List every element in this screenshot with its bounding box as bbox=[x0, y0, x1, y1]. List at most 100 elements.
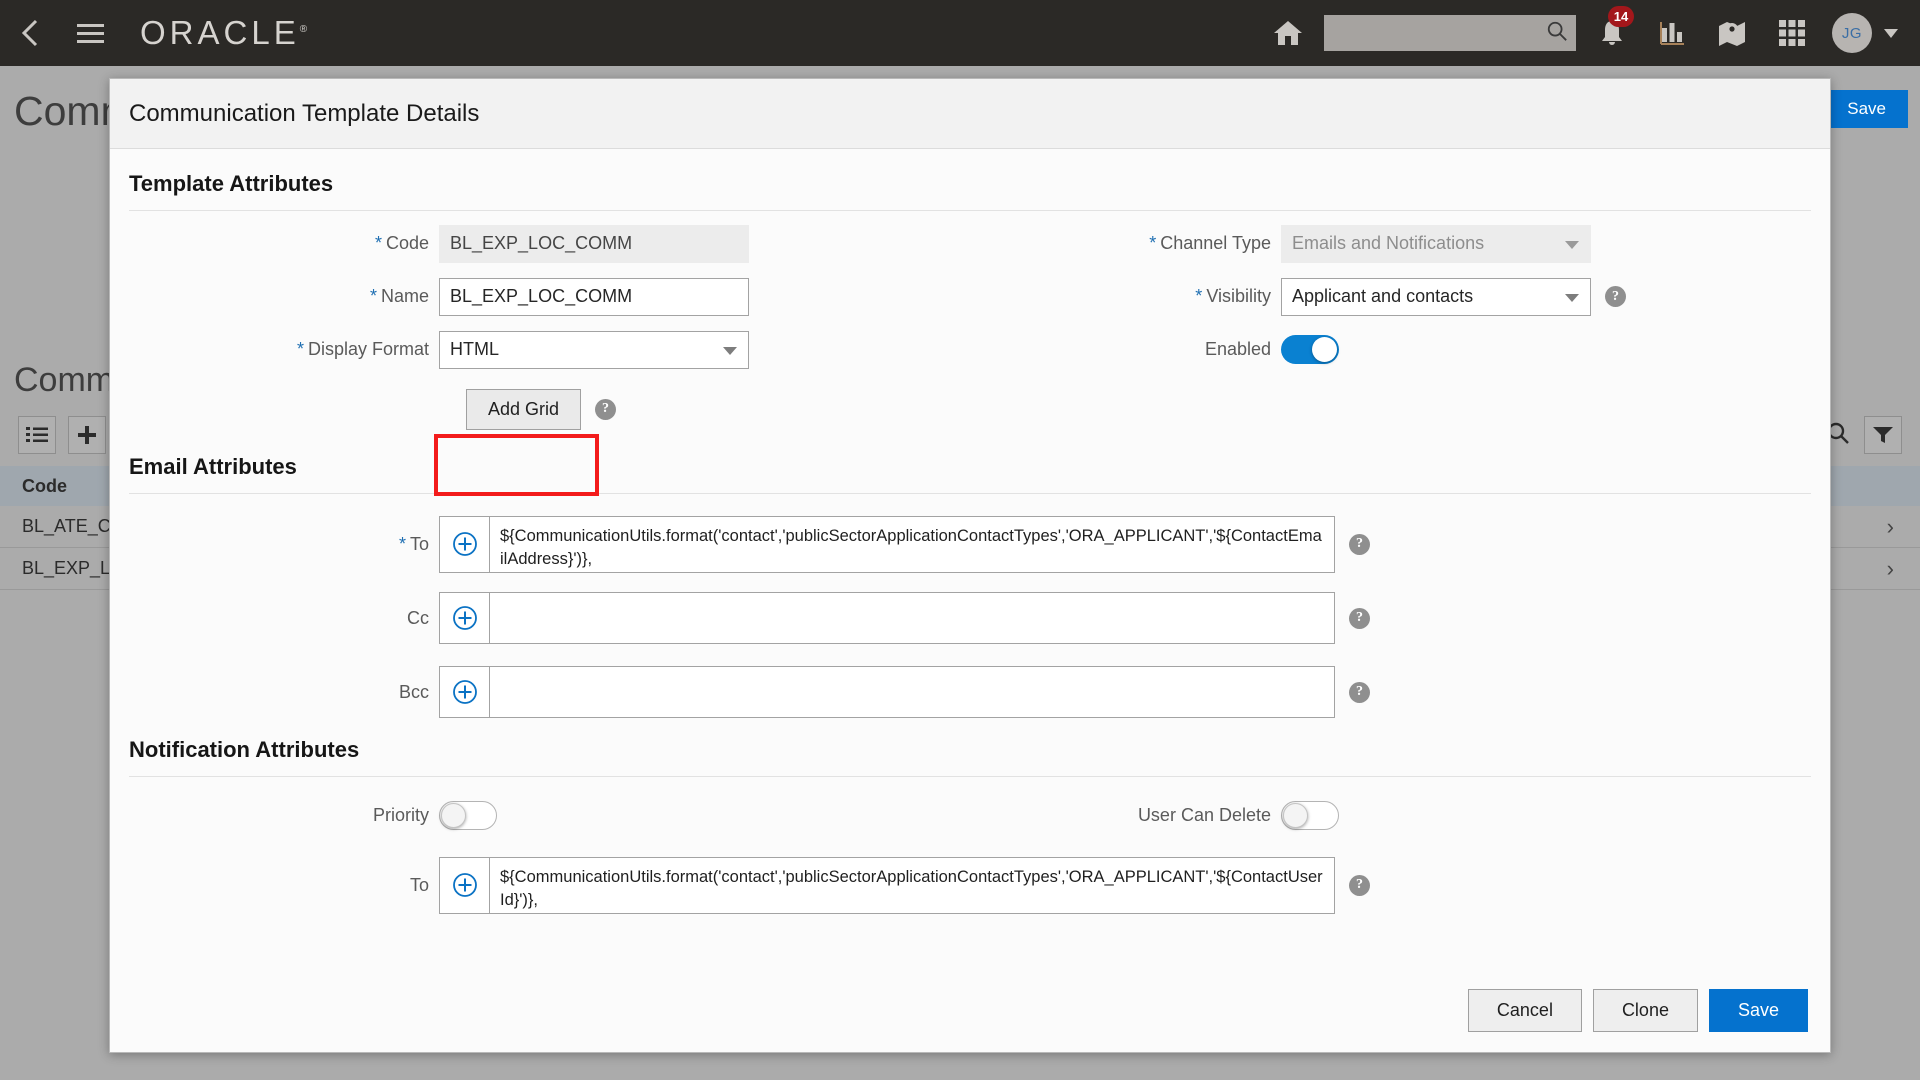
clone-button[interactable]: Clone bbox=[1592, 989, 1698, 1032]
section-divider bbox=[129, 493, 1811, 494]
dialog-footer: Cancel Clone Save bbox=[110, 989, 1830, 1052]
select-display-format-wrapper[interactable] bbox=[439, 330, 749, 369]
section-divider bbox=[129, 210, 1811, 211]
section-heading-notification-attributes: Notification Attributes bbox=[129, 737, 360, 762]
search-icon[interactable] bbox=[1546, 20, 1568, 47]
background-toolbar bbox=[18, 416, 106, 454]
label-name: * Name bbox=[369, 286, 429, 306]
help-icon[interactable]: ? bbox=[1349, 533, 1370, 555]
plus-circle-icon[interactable] bbox=[439, 666, 489, 718]
plus-circle-icon[interactable] bbox=[439, 592, 489, 644]
label-user-can-delete: User Can Delete bbox=[1137, 805, 1271, 825]
input-email-cc[interactable] bbox=[489, 592, 1335, 644]
label-email-cc: Cc bbox=[407, 607, 429, 628]
help-icon[interactable]: ? bbox=[1605, 286, 1626, 307]
label-channel-type: * Channel Type bbox=[1149, 233, 1271, 253]
notifications-button[interactable]: 14 bbox=[1582, 0, 1642, 66]
required-indicator: * bbox=[1195, 286, 1203, 306]
required-indicator: * bbox=[369, 286, 377, 306]
required-indicator: * bbox=[296, 339, 304, 359]
section-divider bbox=[129, 776, 1811, 777]
toggle-enabled[interactable] bbox=[1281, 335, 1339, 364]
select-visibility-wrapper[interactable] bbox=[1281, 277, 1591, 316]
dialog-body: Template Attributes *Code *Name bbox=[110, 149, 1830, 1052]
global-search[interactable] bbox=[1324, 15, 1576, 51]
notification-to-control: ${CommunicationUtils.format('contact','p… bbox=[439, 856, 1335, 914]
chevron-right-icon[interactable]: › bbox=[1887, 514, 1894, 540]
plus-icon[interactable] bbox=[68, 416, 106, 454]
input-notification-to[interactable]: ${CommunicationUtils.format('contact','p… bbox=[489, 856, 1335, 914]
back-chevron-icon[interactable] bbox=[0, 0, 62, 66]
field-email-cc: Cc ? bbox=[129, 581, 1811, 655]
input-email-bcc[interactable] bbox=[489, 666, 1335, 718]
field-enabled: Enabled bbox=[970, 323, 1811, 376]
input-code[interactable] bbox=[439, 224, 749, 263]
background-toolbar-right bbox=[1826, 416, 1902, 454]
map-icon[interactable] bbox=[1702, 0, 1762, 66]
search-input[interactable] bbox=[1332, 17, 1546, 49]
dialog-header: Communication Template Details bbox=[110, 79, 1830, 149]
oracle-logo: ORACLE® bbox=[140, 14, 308, 51]
label-email-to: * To bbox=[398, 533, 429, 554]
input-name[interactable] bbox=[439, 277, 749, 316]
chevron-down-icon[interactable] bbox=[1884, 28, 1898, 38]
field-channel-type: * Channel Type bbox=[970, 217, 1811, 270]
dialog-title: Communication Template Details bbox=[129, 99, 480, 127]
plus-circle-icon[interactable] bbox=[439, 856, 489, 914]
header-actions: 14 JG bbox=[1258, 0, 1920, 66]
label-visibility: * Visibility bbox=[1195, 286, 1271, 306]
help-icon[interactable]: ? bbox=[595, 398, 617, 420]
grid-apps-icon[interactable] bbox=[1762, 0, 1822, 66]
cancel-button[interactable]: Cancel bbox=[1467, 989, 1582, 1032]
hamburger-menu-icon[interactable] bbox=[62, 0, 118, 66]
field-notification-to: To ${CommunicationUtils.format('contact'… bbox=[129, 842, 1811, 928]
required-indicator: * bbox=[374, 233, 382, 253]
template-attributes-form: *Code *Name *Display Format bbox=[129, 217, 1811, 442]
add-grid-row: Add Grid ? bbox=[129, 376, 970, 442]
global-header: ORACLE® 14 JG bbox=[0, 0, 1920, 66]
avatar[interactable]: JG bbox=[1832, 13, 1872, 53]
help-icon[interactable]: ? bbox=[1349, 607, 1370, 629]
required-indicator: * bbox=[398, 533, 406, 554]
field-code: * Code bbox=[129, 217, 970, 270]
field-name: * Name bbox=[129, 270, 970, 323]
email-to-control: ${CommunicationUtils.format('contact','p… bbox=[439, 515, 1335, 573]
background-save-button[interactable]: Save bbox=[1825, 90, 1908, 128]
email-attributes-form: * To ${CommunicationUtils.format('contact… bbox=[129, 507, 1811, 729]
help-icon[interactable]: ? bbox=[1349, 874, 1370, 896]
notification-badge: 14 bbox=[1608, 6, 1634, 27]
background-section-title: Comm bbox=[14, 361, 115, 399]
input-email-to[interactable]: ${CommunicationUtils.format('contact','p… bbox=[489, 515, 1335, 573]
label-email-bcc: Bcc bbox=[398, 681, 429, 702]
field-display-format: * Display Format bbox=[129, 323, 970, 376]
field-email-bcc: Bcc ? bbox=[129, 655, 1811, 729]
email-cc-control bbox=[439, 592, 1335, 644]
notification-attributes-form: Priority User Can Delete bbox=[129, 789, 1811, 842]
field-priority: Priority bbox=[129, 789, 970, 842]
select-visibility[interactable] bbox=[1281, 277, 1591, 316]
list-view-icon[interactable] bbox=[18, 416, 56, 454]
label-priority: Priority bbox=[372, 805, 429, 825]
column-header-code: Code bbox=[22, 475, 67, 496]
bar-chart-icon[interactable] bbox=[1642, 0, 1702, 66]
label-notification-to: To bbox=[409, 874, 429, 895]
add-grid-button[interactable]: Add Grid bbox=[466, 388, 582, 430]
field-email-to: * To ${CommunicationUtils.format('contact… bbox=[129, 507, 1811, 581]
section-heading-template-attributes: Template Attributes bbox=[129, 171, 334, 196]
label-code: * Code bbox=[374, 233, 429, 253]
toggle-user-can-delete[interactable] bbox=[1281, 801, 1339, 830]
communication-template-details-dialog: Communication Template Details Template … bbox=[109, 78, 1831, 1053]
email-bcc-control bbox=[439, 666, 1335, 718]
toggle-priority[interactable] bbox=[439, 801, 497, 830]
select-display-format[interactable] bbox=[439, 330, 749, 369]
home-icon[interactable] bbox=[1258, 0, 1318, 66]
chevron-right-icon[interactable]: › bbox=[1887, 556, 1894, 582]
save-button[interactable]: Save bbox=[1708, 989, 1808, 1032]
select-channel-type-wrapper bbox=[1281, 224, 1591, 263]
field-user-can-delete: User Can Delete bbox=[970, 789, 1811, 842]
filter-icon[interactable] bbox=[1864, 416, 1902, 454]
label-display-format: * Display Format bbox=[296, 339, 429, 359]
help-icon[interactable]: ? bbox=[1349, 681, 1370, 703]
plus-circle-icon[interactable] bbox=[439, 515, 489, 573]
label-enabled: Enabled bbox=[1204, 339, 1271, 359]
